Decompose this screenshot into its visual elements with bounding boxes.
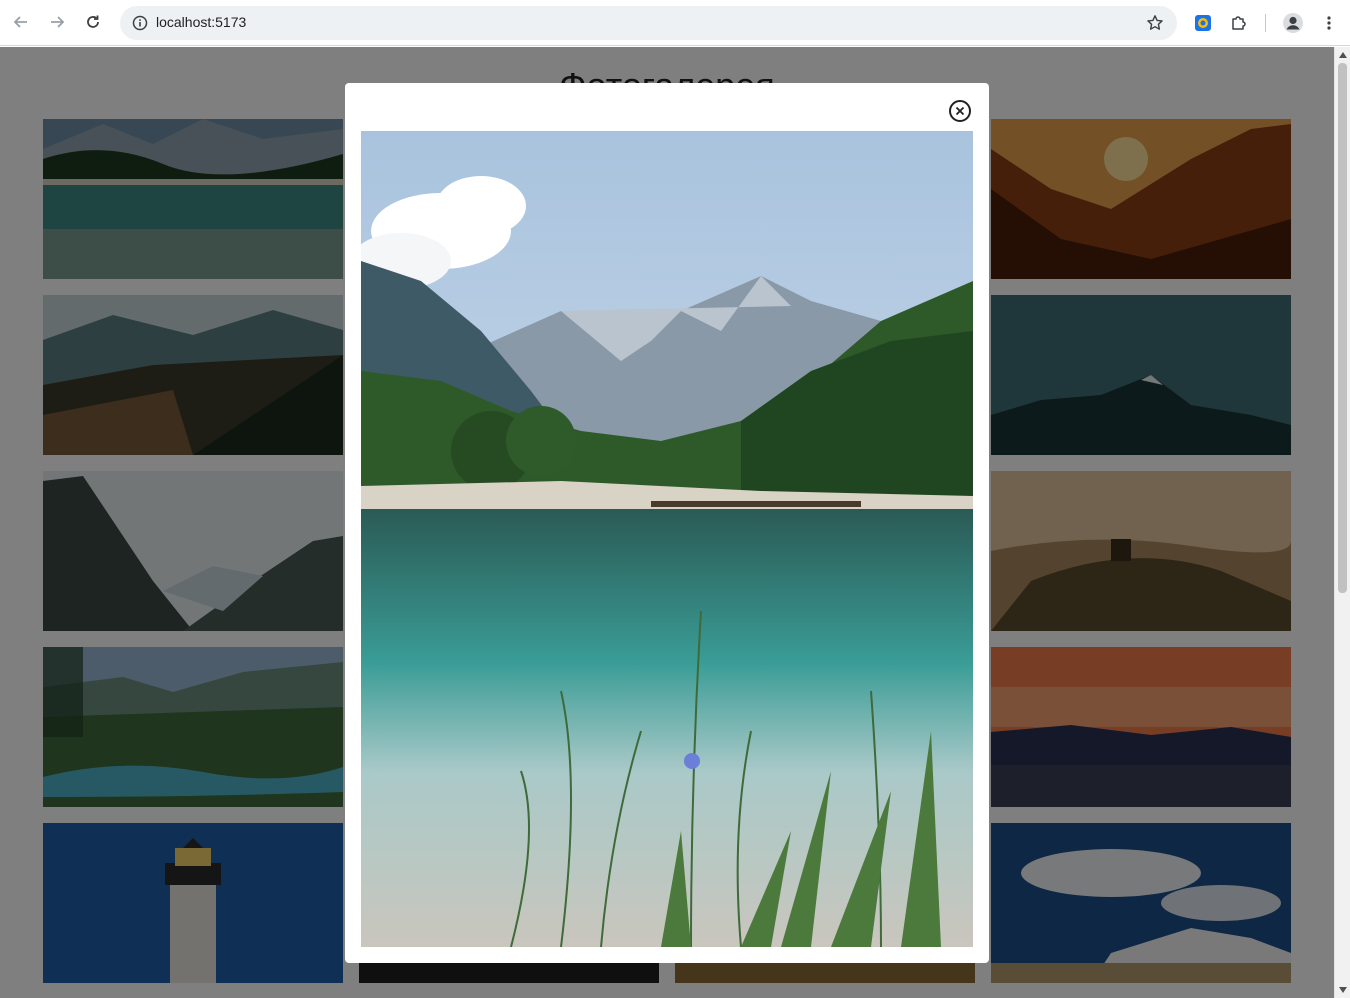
- browser-menu-button[interactable]: [1317, 11, 1341, 35]
- reload-icon: [87, 15, 99, 28]
- scrollbar-thumb[interactable]: [1338, 63, 1347, 593]
- info-icon: [132, 15, 148, 31]
- kebab-menu-icon: [1327, 16, 1331, 30]
- address-bar[interactable]: localhost:5173: [120, 6, 1177, 40]
- back-button[interactable]: [8, 9, 34, 35]
- star-icon: [1147, 15, 1163, 30]
- arrow-right-icon: [51, 16, 65, 28]
- avatar-icon: [1283, 13, 1303, 33]
- extension-button[interactable]: [1191, 11, 1215, 35]
- forward-button[interactable]: [44, 9, 70, 35]
- modal-photo: [361, 131, 973, 947]
- scroll-up-arrow[interactable]: [1338, 50, 1348, 60]
- close-icon: [955, 106, 965, 116]
- site-info-button[interactable]: [128, 11, 152, 35]
- chevron-up-icon: [1339, 52, 1347, 58]
- profile-button[interactable]: [1281, 11, 1305, 35]
- arrow-left-icon: [13, 16, 27, 28]
- chevron-down-icon: [1339, 987, 1347, 993]
- bookmark-button[interactable]: [1145, 13, 1165, 33]
- photo-modal: [345, 83, 989, 963]
- scroll-down-arrow[interactable]: [1338, 985, 1348, 995]
- extension-colored-icon: [1195, 15, 1211, 31]
- close-button[interactable]: [949, 100, 971, 122]
- page-scrollbar[interactable]: [1334, 47, 1350, 998]
- url-text[interactable]: localhost:5173: [156, 14, 246, 30]
- puzzle-icon: [1232, 16, 1246, 30]
- gallery-page: Фотогалерея: [0, 47, 1334, 998]
- extensions-button[interactable]: [1227, 11, 1251, 35]
- lake-mountains-photo: [361, 131, 973, 947]
- browser-toolbar: localhost:5173: [0, 0, 1350, 46]
- reload-button[interactable]: [80, 9, 106, 35]
- toolbar-separator: [1265, 14, 1266, 32]
